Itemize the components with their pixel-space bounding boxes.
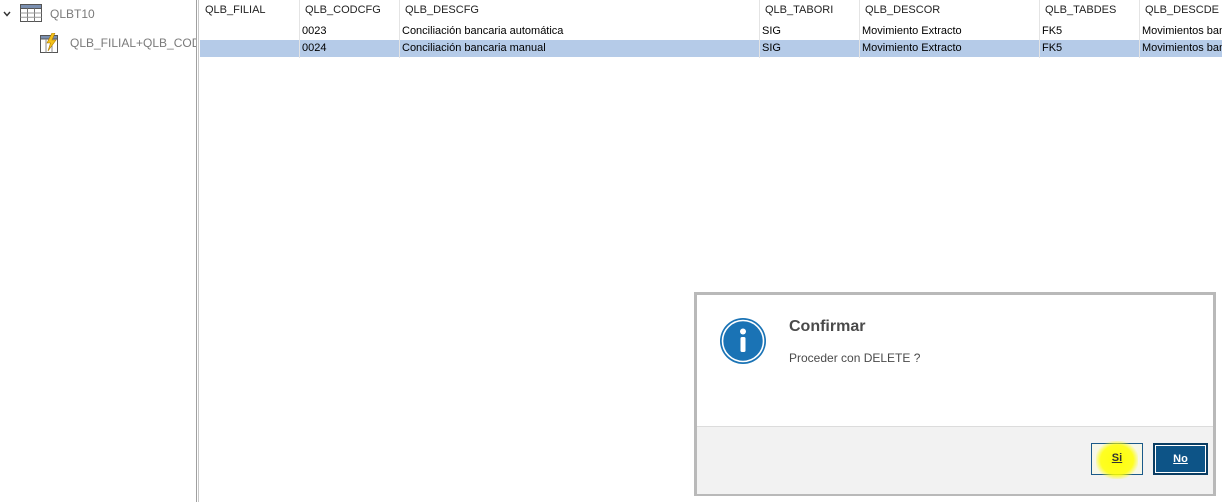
table-cell: Movimiento Extracto	[862, 42, 962, 54]
table-cell: Conciliación bancaria automática	[402, 25, 564, 37]
column-header[interactable]: QLB_CODCFG	[300, 0, 400, 20]
panel-splitter[interactable]	[196, 0, 197, 502]
column-header[interactable]: QLB_FILIAL	[200, 0, 300, 20]
object-tree: QLBT10 QLB_FILIAL+QLB_CODCFG	[0, 0, 196, 502]
table-cell	[200, 23, 300, 40]
column-divider	[759, 0, 760, 58]
confirm-dialog: Confirmar Proceder con DELETE ? Si No	[694, 292, 1216, 496]
column-divider	[399, 0, 400, 58]
table-cell: Conciliación bancaria manual	[402, 42, 546, 54]
column-divider	[1139, 0, 1140, 58]
table-row[interactable]: 0023 Conciliación bancaria automática SI…	[200, 23, 1222, 40]
dialog-message: Proceder con DELETE ?	[789, 351, 921, 365]
index-lightning-icon	[40, 33, 58, 53]
column-header[interactable]: QLB_TABORI	[760, 0, 860, 20]
table-icon	[20, 4, 42, 22]
tree-label-index: QLB_FILIAL+QLB_CODCFG	[70, 36, 196, 50]
table-cell: Movimiento Extracto	[862, 25, 962, 37]
chevron-down-icon[interactable]	[3, 10, 11, 18]
tree-label-root: QLBT10	[50, 7, 95, 21]
table-cell: SIG	[762, 25, 781, 37]
no-button-label: No	[1173, 453, 1188, 465]
column-divider	[859, 0, 860, 58]
yes-button-label: Si	[1111, 452, 1123, 464]
table-cell	[200, 40, 300, 57]
table-cell: Movimientos ban	[1142, 25, 1222, 37]
column-header[interactable]: QLB_TABDES	[1040, 0, 1140, 20]
column-divider	[1039, 0, 1040, 58]
table-row-selected[interactable]: 0024 Conciliación bancaria manual SIG Mo…	[200, 40, 1222, 57]
table-cell: Movimientos ban	[1142, 42, 1222, 54]
table-cell: SIG	[762, 42, 781, 54]
column-header[interactable]: QLB_DESCDE	[1140, 0, 1222, 20]
column-header[interactable]: QLB_DESCFG	[400, 0, 760, 20]
table-cell: 0024	[302, 42, 327, 54]
table-cell: FK5	[1042, 42, 1063, 54]
table-cell: FK5	[1042, 25, 1063, 37]
panel-splitter-edge	[198, 0, 199, 502]
no-button[interactable]: No	[1153, 443, 1208, 475]
table-cell: 0023	[302, 25, 327, 37]
column-header[interactable]: QLB_DESCOR	[860, 0, 1040, 20]
dialog-title: Confirmar	[789, 318, 866, 335]
data-grid: QLB_FILIAL QLB_CODCFG QLB_DESCFG QLB_TAB…	[200, 0, 1222, 60]
column-divider	[299, 0, 300, 58]
tree-item-qlbt10[interactable]: QLBT10	[0, 4, 196, 24]
info-icon	[720, 318, 766, 364]
yes-button[interactable]: Si	[1091, 441, 1143, 479]
tree-item-index[interactable]: QLB_FILIAL+QLB_CODCFG	[0, 33, 196, 53]
